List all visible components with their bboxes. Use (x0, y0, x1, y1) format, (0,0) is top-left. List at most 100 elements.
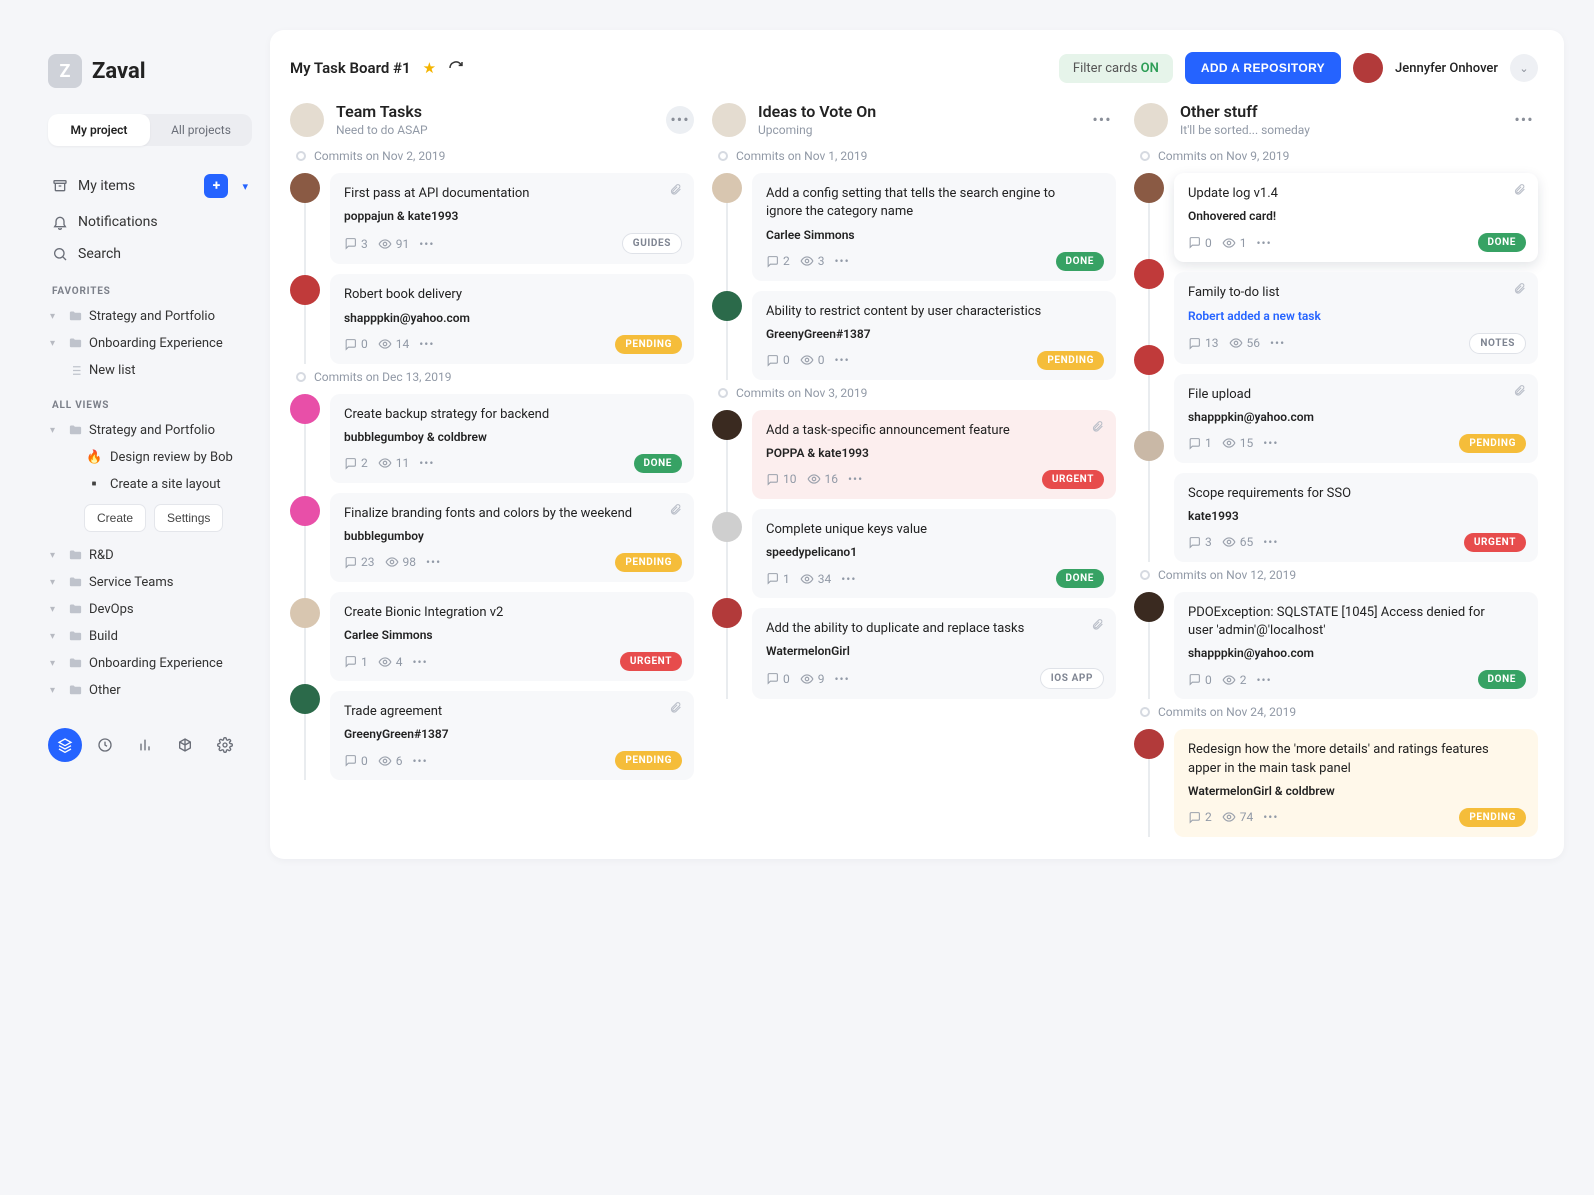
card-more-icon[interactable]: ••• (426, 555, 441, 569)
card-more-icon[interactable]: ••• (848, 472, 863, 486)
user-avatar[interactable] (1353, 53, 1383, 83)
comments-count[interactable]: 2 (766, 254, 790, 268)
task-card[interactable]: Update log v1.4Onhovered card!01•••DONE (1174, 173, 1538, 262)
views-count[interactable]: 14 (378, 337, 410, 351)
views-count[interactable]: 0 (800, 353, 825, 367)
card-more-icon[interactable]: ••• (413, 655, 428, 669)
views-count[interactable]: 74 (1222, 810, 1254, 824)
add-repository-button[interactable]: ADD A REPOSITORY (1185, 52, 1341, 84)
task-card[interactable]: Add a config setting that tells the sear… (752, 173, 1116, 280)
task-card[interactable]: Finalize branding fonts and colors by th… (330, 493, 694, 582)
project-scope-toggle[interactable]: My project All projects (48, 114, 252, 146)
card-more-icon[interactable]: ••• (1263, 810, 1278, 824)
view-design-review[interactable]: 🔥 Design review by Bob (48, 444, 252, 471)
user-menu-toggle[interactable]: ⌄ (1510, 54, 1538, 82)
star-icon[interactable]: ★ (423, 59, 436, 77)
card-more-icon[interactable]: ••• (1270, 336, 1285, 350)
chevron-down-icon[interactable]: ▾ (242, 180, 248, 193)
card-more-icon[interactable]: ••• (1257, 236, 1272, 250)
comments-count[interactable]: 0 (766, 353, 790, 367)
task-card[interactable]: Scope requirements for SSOkate1993365•••… (1174, 473, 1538, 562)
gear-icon[interactable] (208, 728, 242, 762)
comments-count[interactable]: 0 (1188, 236, 1212, 250)
cube-icon[interactable] (168, 728, 202, 762)
task-card[interactable]: Trade agreementGreenyGreen#138706•••PEND… (330, 691, 694, 780)
card-more-icon[interactable]: ••• (1257, 673, 1272, 687)
view-site-layout[interactable]: ▪️ Create a site layout (48, 471, 252, 498)
card-more-icon[interactable]: ••• (419, 337, 434, 351)
comments-count[interactable]: 0 (766, 672, 790, 686)
tab-all-projects[interactable]: All projects (150, 114, 252, 146)
task-card[interactable]: First pass at API documentationpoppajun … (330, 173, 694, 264)
column-more-icon[interactable]: ••• (666, 106, 694, 134)
views-count[interactable]: 56 (1229, 336, 1261, 350)
fav-strategy-portfolio[interactable]: ▾ Strategy and Portfolio (48, 303, 252, 330)
task-card[interactable]: Ability to restrict content by user char… (752, 291, 1116, 380)
task-card[interactable]: Family to-do listRobert added a new task… (1174, 272, 1538, 363)
comments-count[interactable]: 0 (344, 754, 368, 768)
column-more-icon[interactable]: ••• (1088, 106, 1116, 134)
card-more-icon[interactable]: ••• (413, 754, 428, 768)
view-devops[interactable]: ▾DevOps (48, 596, 252, 623)
fav-new-list[interactable]: New list (48, 357, 252, 384)
comments-count[interactable]: 1 (344, 655, 368, 669)
nav-my-items[interactable]: My items + ▾ (48, 166, 252, 206)
task-card[interactable]: Add the ability to duplicate and replace… (752, 608, 1116, 699)
views-count[interactable]: 16 (807, 472, 839, 486)
views-count[interactable]: 34 (800, 572, 832, 586)
view-other[interactable]: ▾Other (48, 677, 252, 704)
comments-count[interactable]: 13 (1188, 336, 1219, 350)
comments-count[interactable]: 3 (1188, 535, 1212, 549)
comments-count[interactable]: 1 (766, 572, 790, 586)
card-more-icon[interactable]: ••• (1263, 535, 1278, 549)
views-count[interactable]: 4 (378, 655, 403, 669)
task-card[interactable]: Complete unique keys valuespeedypelicano… (752, 509, 1116, 598)
filter-cards-toggle[interactable]: Filter cards ON (1059, 54, 1173, 83)
clock-icon[interactable] (88, 728, 122, 762)
comments-count[interactable]: 1 (1188, 436, 1212, 450)
card-more-icon[interactable]: ••• (419, 237, 434, 251)
comments-count[interactable]: 2 (1188, 810, 1212, 824)
views-count[interactable]: 9 (800, 672, 825, 686)
task-card[interactable]: Create Bionic Integration v2Carlee Simmo… (330, 592, 694, 681)
task-card[interactable]: Create backup strategy for backendbubble… (330, 394, 694, 483)
views-count[interactable]: 98 (385, 555, 417, 569)
views-count[interactable]: 1 (1222, 236, 1247, 250)
tab-my-project[interactable]: My project (48, 114, 150, 146)
nav-notifications[interactable]: Notifications (48, 206, 252, 238)
views-count[interactable]: 11 (378, 456, 410, 470)
card-more-icon[interactable]: ••• (1263, 436, 1278, 450)
layers-icon[interactable] (48, 728, 82, 762)
comments-count[interactable]: 2 (344, 456, 368, 470)
views-count[interactable]: 6 (378, 754, 403, 768)
card-more-icon[interactable]: ••• (419, 456, 434, 470)
view-r-d[interactable]: ▾R&D (48, 542, 252, 569)
task-card[interactable]: PDOException: SQLSTATE [1045] Access den… (1174, 592, 1538, 699)
task-card[interactable]: Add a task-specific announcement feature… (752, 410, 1116, 499)
chart-icon[interactable] (128, 728, 162, 762)
view-service-teams[interactable]: ▾Service Teams (48, 569, 252, 596)
task-card[interactable]: Redesign how the 'more details' and rati… (1174, 729, 1538, 836)
comments-count[interactable]: 3 (344, 237, 368, 251)
comments-count[interactable]: 23 (344, 555, 375, 569)
view-strategy-portfolio[interactable]: ▾ Strategy and Portfolio (48, 417, 252, 444)
card-more-icon[interactable]: ••• (835, 672, 850, 686)
add-item-button[interactable]: + (204, 174, 228, 198)
settings-button[interactable]: Settings (154, 504, 223, 532)
fav-onboarding[interactable]: ▾ Onboarding Experience (48, 330, 252, 357)
reload-icon[interactable] (448, 60, 464, 76)
comments-count[interactable]: 10 (766, 472, 797, 486)
views-count[interactable]: 3 (800, 254, 825, 268)
create-button[interactable]: Create (84, 504, 146, 532)
card-more-icon[interactable]: ••• (835, 353, 850, 367)
card-more-icon[interactable]: ••• (841, 572, 856, 586)
task-card[interactable]: File uploadshapppkin@yahoo.com115•••PEND… (1174, 374, 1538, 463)
task-card[interactable]: Robert book deliveryshapppkin@yahoo.com0… (330, 274, 694, 363)
views-count[interactable]: 15 (1222, 436, 1254, 450)
nav-search[interactable]: Search (48, 238, 252, 270)
view-onboarding-experience[interactable]: ▾Onboarding Experience (48, 650, 252, 677)
views-count[interactable]: 91 (378, 237, 410, 251)
comments-count[interactable]: 0 (344, 337, 368, 351)
views-count[interactable]: 2 (1222, 673, 1247, 687)
card-more-icon[interactable]: ••• (835, 254, 850, 268)
